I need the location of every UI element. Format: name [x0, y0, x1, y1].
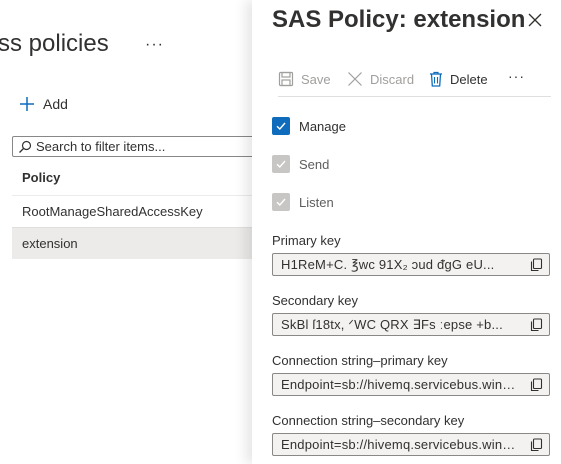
page-title: ss policies [0, 30, 109, 57]
primary-connection-string-value: Endpoint=sb://hivemq.servicebus.windo... [281, 377, 521, 392]
delete-label: Delete [450, 71, 488, 87]
primary-key-field[interactable]: H1ReM+C. ℥wc 91X₂ ɔud ᵭgG eU... [272, 253, 550, 276]
primary-connection-string-field[interactable]: Endpoint=sb://hivemq.servicebus.windo... [272, 373, 550, 396]
discard-label: Discard [370, 71, 415, 87]
table-row-selected[interactable]: extension [12, 227, 252, 259]
discard-icon [348, 72, 362, 86]
send-checkbox[interactable]: Send [272, 155, 329, 173]
checkbox-disabled-icon [272, 193, 290, 211]
trash-icon [430, 71, 442, 87]
discard-button[interactable]: Discard [347, 68, 414, 90]
delete-button[interactable]: Delete [429, 68, 488, 90]
add-label: Add [43, 96, 68, 112]
listen-label: Listen [299, 194, 334, 210]
more-options-button[interactable]: ··· [145, 36, 164, 54]
secondary-key-label: Secondary key [272, 293, 358, 308]
secondary-key-field[interactable]: SkBl ſ18tx, ᐟWC QRX ∃Fs ːepse +b... [272, 313, 550, 336]
copy-icon[interactable] [529, 437, 543, 452]
secondary-connection-string-value: Endpoint=sb://hivemq.servicebus.windo... [281, 437, 521, 452]
filter-box[interactable] [12, 136, 252, 157]
sas-policy-panel: SAS Policy: extension Save Discard Delet… [252, 0, 561, 464]
toolbar-more-button[interactable]: ··· [508, 68, 525, 84]
panel-title: SAS Policy: extension [272, 6, 526, 33]
primary-connection-string-label: Connection string–primary key [272, 353, 448, 368]
copy-icon[interactable] [529, 257, 543, 272]
command-bar: Save Discard Delete ··· [278, 68, 551, 97]
plus-icon [20, 97, 34, 111]
secondary-key-value: SkBl ſ18tx, ᐟWC QRX ∃Fs ːepse +b... [281, 316, 503, 332]
secondary-connection-string-field[interactable]: Endpoint=sb://hivemq.servicebus.windo... [272, 433, 550, 456]
copy-icon[interactable] [529, 317, 543, 332]
checkbox-checked-icon [272, 117, 290, 135]
primary-key-label: Primary key [272, 233, 341, 248]
save-button[interactable]: Save [278, 68, 331, 90]
save-icon [278, 71, 294, 87]
primary-key-value: H1ReM+C. ℥wc 91X₂ ɔud ᵭgG eU... [281, 256, 495, 272]
add-policy-button[interactable]: Add [19, 96, 68, 112]
save-label: Save [301, 71, 331, 87]
close-icon[interactable] [527, 12, 543, 28]
table-row[interactable]: RootManageSharedAccessKey [12, 195, 252, 227]
manage-checkbox[interactable]: Manage [272, 117, 346, 135]
policy-column-header[interactable]: Policy [22, 170, 60, 185]
copy-icon[interactable] [529, 377, 543, 392]
listen-checkbox[interactable]: Listen [272, 193, 334, 211]
search-input[interactable] [36, 139, 252, 154]
secondary-connection-string-label: Connection string–secondary key [272, 413, 465, 428]
search-icon [19, 140, 32, 153]
policies-blade: ss policies ··· Add Policy RootManageSha… [0, 0, 252, 464]
checkbox-disabled-icon [272, 155, 290, 173]
send-label: Send [299, 156, 330, 172]
manage-label: Manage [299, 118, 346, 134]
